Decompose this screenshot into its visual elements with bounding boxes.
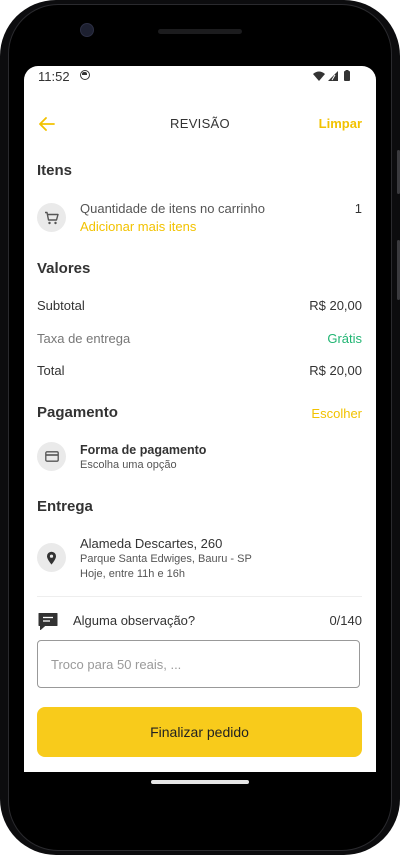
home-indicator[interactable] xyxy=(151,780,249,784)
payment-method-title[interactable]: Forma de pagamento xyxy=(80,443,206,457)
finish-order-label: Finalizar pedido xyxy=(150,724,249,740)
choose-payment-button[interactable]: Escolher xyxy=(311,406,362,421)
observation-label: Alguma observação? xyxy=(73,613,196,628)
subtotal-value: R$ 20,00 xyxy=(309,298,362,313)
total-value: R$ 20,00 xyxy=(309,363,362,378)
finish-order-button[interactable]: Finalizar pedido xyxy=(37,707,362,757)
battery-icon xyxy=(344,70,350,81)
front-camera xyxy=(80,23,94,37)
delivery-fee-label: Taxa de entrega xyxy=(37,331,131,346)
earpiece-speaker xyxy=(158,29,242,34)
delivery-fee-value: Grátis xyxy=(327,331,362,346)
payment-icon-circle xyxy=(37,442,66,471)
subtotal-label: Subtotal xyxy=(37,298,85,313)
payment-method-subtitle: Escolha uma opção xyxy=(80,459,177,471)
signal-icon xyxy=(328,71,338,81)
delivery-address-line1: Alameda Descartes, 260 xyxy=(80,536,223,551)
total-label: Total xyxy=(37,363,65,378)
clear-button[interactable]: Limpar xyxy=(319,116,362,131)
section-divider xyxy=(37,596,362,597)
status-time: 11:52 xyxy=(38,69,70,84)
payment-section-title: Pagamento xyxy=(37,404,118,421)
cart-quantity-value: 1 xyxy=(354,201,362,216)
map-pin-icon xyxy=(47,551,56,564)
values-section-title: Valores xyxy=(37,260,91,277)
app-screen: 11:52 REVISÃO Limpar Itens Quantidade de… xyxy=(24,66,376,772)
header: REVISÃO Limpar xyxy=(24,110,376,138)
status-bar: 11:52 xyxy=(24,66,376,88)
chat-bubble-icon xyxy=(38,613,58,630)
credit-card-icon xyxy=(44,451,59,462)
status-icons xyxy=(312,70,364,82)
observation-counter: 0/140 xyxy=(329,613,362,628)
location-icon-circle xyxy=(37,543,66,572)
items-section-title: Itens xyxy=(37,162,73,179)
app-notification-icon xyxy=(80,70,90,80)
delivery-address-line2: Parque Santa Edwiges, Bauru - SP xyxy=(80,553,252,565)
delivery-time: Hoje, entre 11h e 16h xyxy=(80,568,185,580)
phone-frame: 11:52 REVISÃO Limpar Itens Quantidade de… xyxy=(0,0,400,855)
wifi-icon xyxy=(313,71,325,81)
observation-input[interactable] xyxy=(37,640,360,688)
cart-icon-circle xyxy=(37,203,66,232)
delivery-section-title: Entrega xyxy=(37,498,93,515)
shopping-cart-icon xyxy=(45,211,59,224)
add-more-items-link[interactable]: Adicionar mais itens xyxy=(80,219,196,234)
cart-quantity-label: Quantidade de itens no carrinho xyxy=(80,201,266,216)
